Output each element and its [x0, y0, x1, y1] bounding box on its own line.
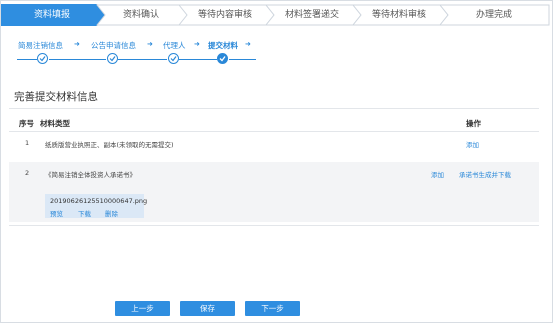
arrow-right-icon: ➜ — [74, 40, 80, 48]
next-button[interactable]: 下一步 — [245, 301, 300, 316]
file-name: 20190626125510000647.png — [50, 197, 148, 205]
row-index: 1 — [25, 139, 30, 147]
sub-step-2-label[interactable]: 公告申请信息 — [91, 40, 136, 51]
sub-step-line — [179, 59, 217, 60]
generate-download-link[interactable]: 承诺书生成并下载 — [459, 169, 511, 179]
arrow-right-icon: ➜ — [147, 40, 153, 48]
header-type: 材料类型 — [40, 119, 70, 128]
step-6[interactable]: 办理完成 — [439, 4, 550, 26]
check-circle-icon — [37, 53, 48, 64]
check-circle-icon — [107, 53, 118, 64]
sub-step-3-label[interactable]: 代理人 — [163, 40, 186, 51]
step-label: 办理完成 — [475, 10, 512, 20]
add-link[interactable]: 添加 — [466, 139, 479, 149]
step-label: 等待材料审核 — [371, 10, 426, 20]
progress-step-bar: 资料填报 资料确认 等待内容审核 材料签署递交 等待材料审核 办理完成 — [1, 4, 551, 28]
table-row: 1 纸质版营业执照正、副本(未领取的无需提交) 添加 — [9, 132, 539, 160]
row-type: 《简易注销全体投资人承诺书》 — [45, 171, 136, 179]
section-title: 完善提交材料信息 — [14, 91, 98, 103]
download-link[interactable]: 下载 — [78, 208, 91, 218]
step-3[interactable]: 等待内容审核 — [178, 4, 275, 26]
sub-step-line — [229, 59, 256, 60]
sub-step-line — [49, 59, 106, 60]
add-link[interactable]: 添加 — [431, 169, 444, 179]
arrow-right-icon: ➜ — [194, 40, 200, 48]
prev-button[interactable]: 上一步 — [115, 301, 170, 316]
delete-link[interactable]: 删除 — [105, 208, 118, 218]
check-circle-icon — [168, 53, 179, 64]
header-action: 操作 — [466, 119, 481, 128]
step-4[interactable]: 材料签署递交 — [265, 4, 362, 26]
sub-step-line — [118, 59, 167, 60]
divider — [9, 225, 539, 226]
arrow-right-icon: ➜ — [245, 40, 251, 48]
sub-step-4-label[interactable]: 提交材料 — [208, 40, 238, 51]
step-2[interactable]: 资料确认 — [96, 4, 189, 26]
check-circle-current-icon — [217, 53, 228, 64]
step-label: 材料签署递交 — [284, 10, 339, 20]
step-label: 资料确认 — [122, 10, 159, 20]
header-index: 序号 — [19, 119, 34, 128]
sub-step-1-label[interactable]: 简易注销信息 — [18, 40, 63, 51]
row-type: 纸质版营业执照正、副本(未领取的无需提交) — [45, 141, 174, 149]
divider — [9, 108, 539, 109]
uploaded-file: 20190626125510000647.png 预览 下载 删除 — [45, 194, 148, 218]
table-header: 序号 材料类型 操作 — [9, 114, 539, 130]
row-index: 2 — [25, 169, 30, 177]
step-label: 等待内容审核 — [197, 10, 252, 20]
save-button[interactable]: 保存 — [180, 301, 235, 316]
step-5[interactable]: 等待材料审核 — [352, 4, 449, 26]
preview-link[interactable]: 预览 — [50, 208, 63, 218]
step-label: 资料填报 — [33, 10, 70, 20]
sub-step-line — [17, 59, 37, 60]
step-1[interactable]: 资料填报 — [1, 4, 105, 26]
